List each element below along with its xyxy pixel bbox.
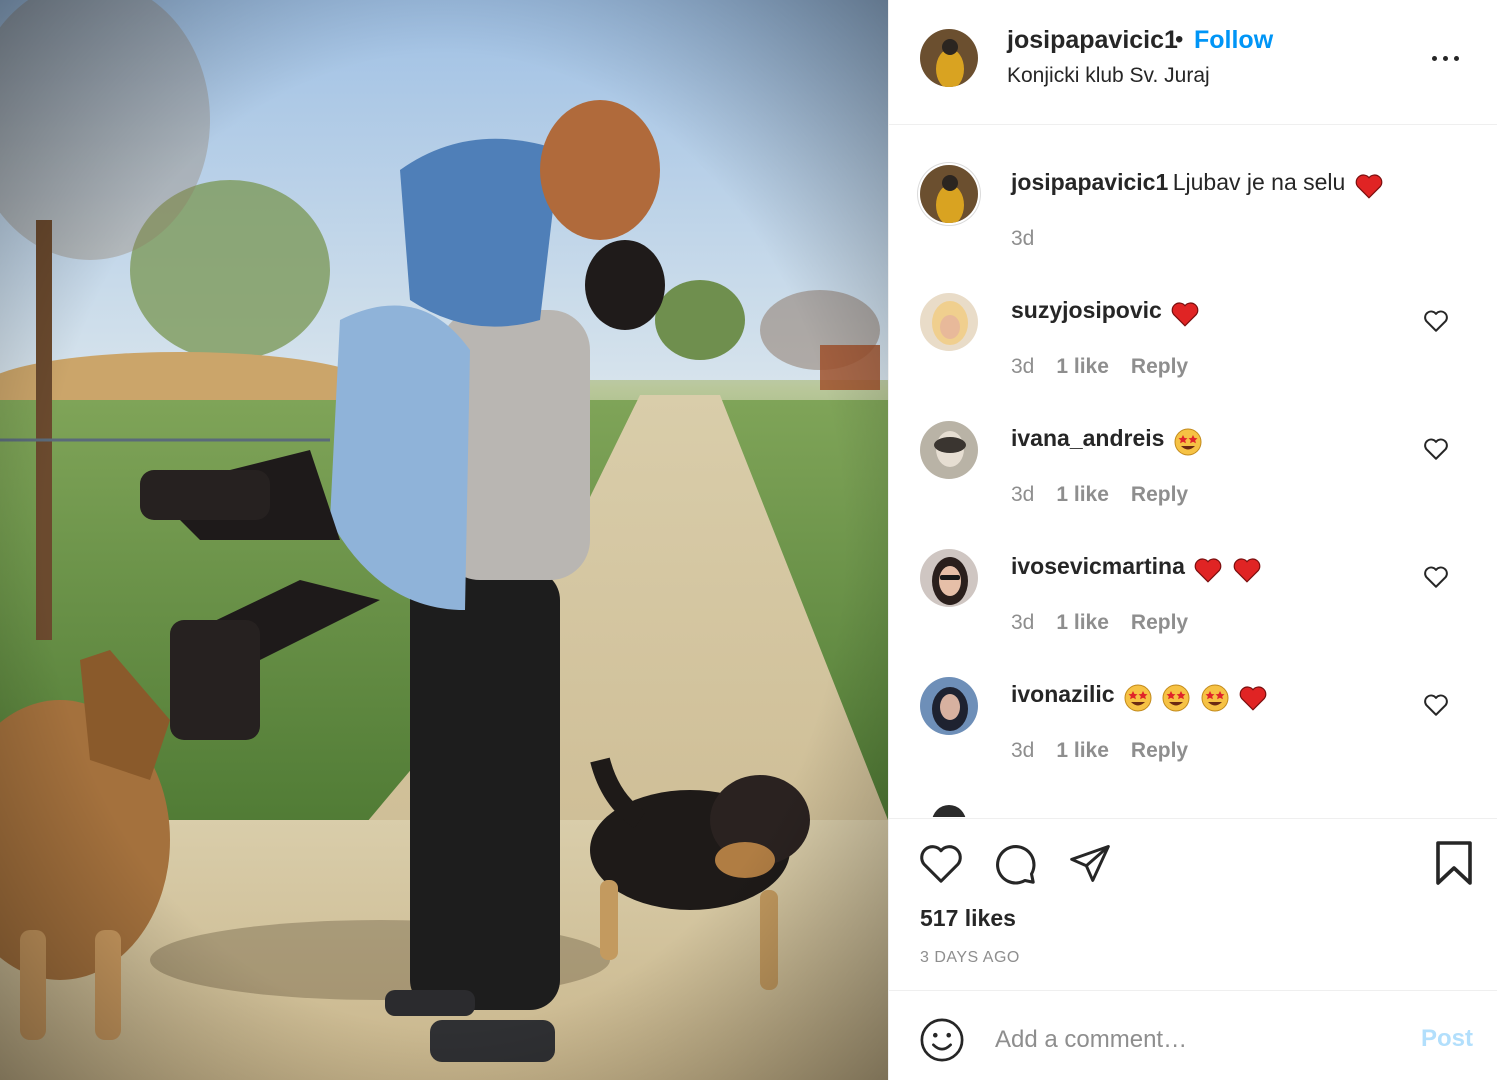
comment-time[interactable]: 3d xyxy=(1011,611,1034,634)
avatar-image xyxy=(920,293,978,351)
avatar-image xyxy=(920,549,978,607)
heart-emoji-icon xyxy=(1233,558,1261,583)
comment-time[interactable]: 3d xyxy=(1011,483,1034,506)
star-eyes-emoji-icon xyxy=(1174,428,1202,456)
comment-time[interactable]: 3d xyxy=(1011,739,1034,762)
like-comment-heart-icon[interactable] xyxy=(1423,693,1449,717)
post-actions: 517 likes 3 DAYS AGO xyxy=(889,818,1497,991)
comment-username[interactable]: ivonazilic xyxy=(1011,681,1115,707)
heart-emoji-icon xyxy=(1195,558,1222,583)
comment-likes[interactable]: 1 like xyxy=(1056,483,1109,506)
commenter-avatar[interactable] xyxy=(920,421,978,479)
comment-username[interactable]: ivosevicmartina xyxy=(1011,553,1185,579)
caption-username[interactable]: josipapavicic1 xyxy=(1011,169,1168,195)
like-comment-heart-icon[interactable] xyxy=(1423,565,1449,589)
comment-icon[interactable] xyxy=(992,841,1038,887)
avatar-image xyxy=(920,421,978,479)
like-comment-heart-icon[interactable] xyxy=(1423,437,1449,461)
post-side-panel: josipapavicic1 • Follow Konjicki klub Sv… xyxy=(888,0,1497,1080)
avatar-image xyxy=(920,677,978,735)
commenter-avatar[interactable] xyxy=(920,677,978,735)
reply-button[interactable]: Reply xyxy=(1131,355,1188,378)
star-eyes-emoji-icon xyxy=(1201,684,1229,712)
add-comment-bar: Post xyxy=(889,990,1497,1081)
caption-time[interactable]: 3d xyxy=(1011,227,1034,250)
author-avatar[interactable] xyxy=(920,29,978,87)
follow-button[interactable]: Follow xyxy=(1194,26,1273,55)
photo-illustration xyxy=(0,0,888,1080)
comment-username[interactable]: suzyjosipovic xyxy=(1011,297,1162,323)
likes-count[interactable]: 517 likes xyxy=(920,905,1016,932)
commenter-avatar[interactable] xyxy=(920,549,978,607)
heart-emoji-icon xyxy=(1355,174,1383,199)
like-comment-heart-icon[interactable] xyxy=(1423,309,1449,333)
post-photo[interactable] xyxy=(0,0,888,1080)
avatar-image xyxy=(920,165,978,223)
comment-time[interactable]: 3d xyxy=(1011,355,1034,378)
more-icon[interactable] xyxy=(1429,44,1465,72)
caption-text: Ljubav je na selu xyxy=(1172,169,1346,195)
heart-emoji-icon xyxy=(1171,302,1199,327)
post-comment-button[interactable]: Post xyxy=(1421,1025,1473,1053)
commenter-avatar[interactable] xyxy=(920,293,978,351)
instagram-post-view: josipapavicic1 • Follow Konjicki klub Sv… xyxy=(0,0,1497,1080)
comment-likes[interactable]: 1 like xyxy=(1056,611,1109,634)
heart-emoji-icon xyxy=(1240,686,1267,711)
comment-likes[interactable]: 1 like xyxy=(1056,739,1109,762)
heart-icon[interactable] xyxy=(918,841,964,885)
post-date[interactable]: 3 DAYS AGO xyxy=(920,949,1020,967)
share-icon[interactable] xyxy=(1067,841,1113,885)
author-username[interactable]: josipapavicic1 xyxy=(1007,26,1178,55)
caption-avatar[interactable] xyxy=(920,165,978,223)
star-eyes-emoji-icon xyxy=(1124,684,1152,712)
comment-input[interactable] xyxy=(993,1019,1397,1061)
bookmark-icon[interactable] xyxy=(1433,839,1475,887)
avatar-image xyxy=(920,29,978,87)
location-link[interactable]: Konjicki klub Sv. Juraj xyxy=(1007,64,1210,88)
star-eyes-emoji-icon xyxy=(1162,684,1190,712)
comment-username[interactable]: ivana_andreis xyxy=(1011,425,1164,451)
reply-button[interactable]: Reply xyxy=(1131,739,1188,762)
reply-button[interactable]: Reply xyxy=(1131,483,1188,506)
smiley-icon[interactable] xyxy=(919,1017,965,1063)
comments-list[interactable]: josipapavicic1 Ljubav je na selu 3d suzy… xyxy=(889,125,1497,817)
comment-likes[interactable]: 1 like xyxy=(1056,355,1109,378)
separator-dot: • xyxy=(1175,26,1184,53)
post-header: josipapavicic1 • Follow Konjicki klub Sv… xyxy=(889,0,1497,125)
reply-button[interactable]: Reply xyxy=(1131,611,1188,634)
commenter-avatar[interactable] xyxy=(932,805,966,817)
